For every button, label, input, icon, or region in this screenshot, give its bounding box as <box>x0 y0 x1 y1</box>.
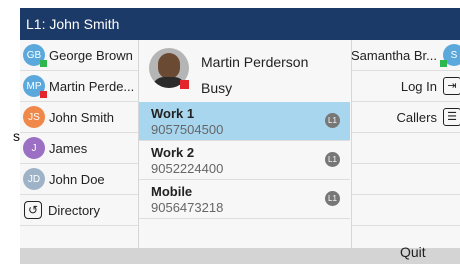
directory-icon: ↺ <box>24 201 42 219</box>
favorite-john-smith[interactable]: JS John Smith <box>20 102 138 133</box>
contact-header: Martin Perderson Busy <box>139 40 350 102</box>
callers-icon: ☰ <box>443 108 460 126</box>
favorite-george-brown[interactable]: GB George Brown <box>20 40 138 71</box>
login-label: Log In <box>400 79 437 94</box>
number-label: Work 1 <box>151 106 195 121</box>
presence-busy-icon <box>180 80 189 89</box>
phone-number: 9056473218 <box>151 200 224 215</box>
favorite-name: Samantha Br... <box>351 48 437 63</box>
callers-label: Callers <box>396 110 437 125</box>
line-key-icon: L1 <box>325 113 340 128</box>
login-button[interactable]: Log In ⇥ <box>352 71 460 102</box>
line-key-icon: L1 <box>325 191 340 206</box>
line-title-bar: L1: John Smith <box>20 8 460 40</box>
presence-available-icon <box>440 60 447 67</box>
presence-available-icon <box>40 60 47 67</box>
line-key-icon: L1 <box>325 152 340 167</box>
number-label: Mobile <box>151 184 193 199</box>
quit-softkey[interactable]: Quit <box>400 244 426 260</box>
favorite-martin-perderson[interactable]: MP Martin Perde... <box>20 71 138 102</box>
favorites-column: GB George Brown MP Martin Perde... JS Jo… <box>20 40 139 248</box>
favorite-name: James <box>49 140 88 156</box>
favorite-samantha[interactable]: Samantha Br... S <box>351 40 460 71</box>
empty-line-key[interactable] <box>352 133 460 164</box>
favorite-name: John Smith <box>49 109 115 125</box>
number-row-mobile[interactable]: Mobile 9056473218 L1 <box>139 180 350 219</box>
favorite-james[interactable]: J James <box>20 133 138 164</box>
presence-busy-icon <box>40 91 47 98</box>
number-row-work-1[interactable]: Work 1 9057504500 L1 <box>139 102 350 141</box>
contact-card: Martin Perderson Busy Work 1 9057504500 … <box>139 40 350 248</box>
right-keys-column: Samantha Br... S Log In ⇥ Callers ☰ <box>351 40 460 248</box>
phone-number: 9057504500 <box>151 122 224 137</box>
login-icon: ⇥ <box>443 77 460 95</box>
avatar: JS <box>23 106 45 128</box>
directory-button[interactable]: ↺ Directory <box>20 195 138 226</box>
phone-number: 9052224400 <box>151 161 224 176</box>
avatar: JD <box>23 168 45 190</box>
callers-button[interactable]: Callers ☰ <box>352 102 460 133</box>
avatar: MP <box>23 75 47 98</box>
favorite-name: George Brown <box>49 47 133 63</box>
favorite-john-doe[interactable]: JD John Doe <box>20 164 138 195</box>
edge-text: s <box>13 128 20 144</box>
softkey-bar: Quit <box>20 244 460 264</box>
contact-status: Busy <box>201 80 233 96</box>
avatar: J <box>23 137 45 159</box>
avatar: S <box>440 44 460 67</box>
number-label: Work 2 <box>151 145 195 160</box>
directory-label: Directory <box>48 202 101 218</box>
number-row-work-2[interactable]: Work 2 9052224400 L1 <box>139 141 350 180</box>
empty-line-key[interactable] <box>352 164 460 195</box>
favorite-name: John Doe <box>49 171 105 187</box>
avatar: GB <box>23 44 47 67</box>
contact-name: Martin Perderson <box>201 54 309 70</box>
empty-line-key[interactable] <box>352 195 460 226</box>
favorite-name: Martin Perde... <box>49 78 135 94</box>
phone-screen: L1: John Smith GB George Brown MP Martin… <box>20 8 460 264</box>
